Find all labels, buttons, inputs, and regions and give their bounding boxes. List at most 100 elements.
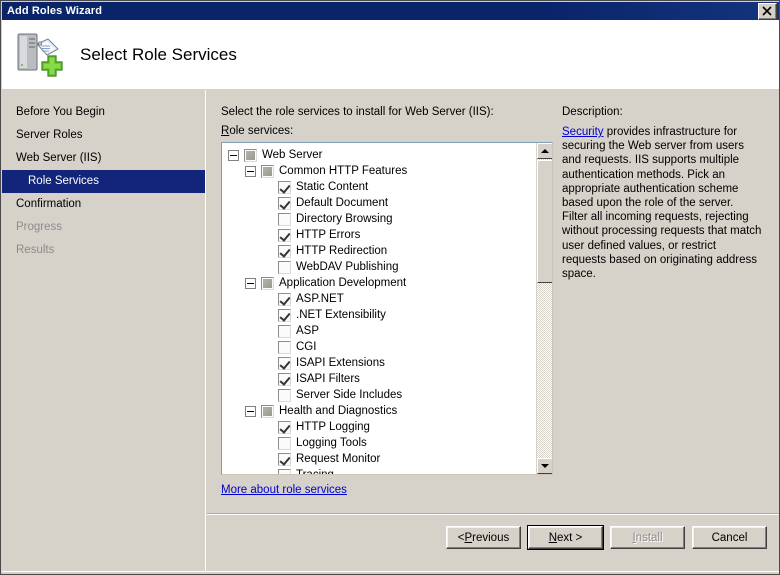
tree-item-label: CGI [296,341,317,353]
tree-item-label: HTTP Errors [296,229,361,241]
tree-row[interactable]: Directory Browsing [222,211,536,227]
scroll-up-icon[interactable] [537,143,552,159]
previous-button[interactable]: < Previous [446,526,521,549]
tree-row[interactable]: .NET Extensibility [222,307,536,323]
checkbox-checked-icon[interactable] [278,196,291,210]
tree-row[interactable]: Health and Diagnostics [222,403,536,419]
wizard-step-list: Before You Begin Server Roles Web Server (… [2,90,205,262]
tree-item-label: WebDAV Publishing [296,261,399,273]
window-title: Add Roles Wizard [7,5,103,17]
tree-item-label: ISAPI Filters [296,373,360,385]
tree-row[interactable]: Request Monitor [222,451,536,467]
window-bottom-edge [2,571,779,574]
content-panel: Select the role services to install for … [207,90,779,574]
next-button-accel: N [548,531,558,544]
tree-row[interactable]: ASP [222,323,536,339]
checkbox-checked-icon[interactable] [278,308,291,322]
close-icon[interactable] [758,2,777,20]
collapse-minus-icon[interactable] [245,165,256,177]
tree-row[interactable]: CGI [222,339,536,355]
tree-row[interactable]: Tracing [222,467,536,475]
description-heading: Description: [562,106,623,118]
sidebar-item-confirmation[interactable]: Confirmation [2,193,205,216]
cancel-button[interactable]: Cancel [692,526,767,549]
tree-item-label: ASP [296,325,320,337]
checkbox-checked-icon[interactable] [278,372,291,386]
scroll-down-icon[interactable] [537,458,552,474]
tree-item-label: .NET Extensibility [296,309,386,321]
previous-button-post: revious [472,531,510,544]
collapse-minus-icon[interactable] [245,405,256,417]
collapse-minus-icon[interactable] [228,149,239,161]
next-button-post: ext > [557,531,583,544]
instruction-text: Select the role services to install for … [221,106,494,118]
tree-item-label: HTTP Logging [296,421,370,433]
tree-item-label: ASP.NET [296,293,344,305]
tree-row[interactable]: WebDAV Publishing [222,259,536,275]
checkbox-unchecked-icon[interactable] [278,436,291,450]
tree-row[interactable]: Common HTTP Features [222,163,536,179]
tree-row[interactable]: Web Server [222,147,536,163]
tree-vertical-scrollbar[interactable] [536,143,552,474]
checkbox-partial-icon[interactable] [244,148,257,162]
checkbox-checked-icon[interactable] [278,180,291,194]
tree-item-label: Health and Diagnostics [279,405,398,417]
sidebar-item-role-services[interactable]: Role Services [2,170,205,193]
page-title: Select Role Services [80,44,237,64]
tree-item-label: Request Monitor [296,453,381,465]
checkbox-checked-icon[interactable] [278,356,291,370]
tree-row[interactable]: HTTP Logging [222,419,536,435]
tree-row[interactable]: ASP.NET [222,291,536,307]
sidebar-item-before-you-begin[interactable]: Before You Begin [2,101,205,124]
tree-row[interactable]: Application Development [222,275,536,291]
collapse-minus-icon[interactable] [245,277,256,289]
checkbox-partial-icon[interactable] [261,276,274,290]
install-button: Install [610,526,685,549]
wizard-header: Select Role Services [2,20,779,89]
tree-row[interactable]: Static Content [222,179,536,195]
tree-item-label: Tracing [296,469,334,475]
scrollbar-thumb[interactable] [537,160,552,283]
description-text: Security provides infrastructure for sec… [562,125,762,281]
tree-item-label: Default Document [296,197,389,209]
tree-item-label: Server Side Includes [296,389,403,401]
security-link[interactable]: Security [562,126,604,138]
checkbox-unchecked-icon[interactable] [278,468,291,474]
sidebar-item-web-server-iis[interactable]: Web Server (IIS) [2,147,205,170]
checkbox-checked-icon[interactable] [278,228,291,242]
tree-row[interactable]: Server Side Includes [222,387,536,403]
tree-item-label: Directory Browsing [296,213,393,225]
checkbox-checked-icon[interactable] [278,452,291,466]
install-button-post: nstall [635,531,663,544]
next-button[interactable]: Next > [527,525,604,550]
checkbox-checked-icon[interactable] [278,420,291,434]
role-services-tree-rows: Web Server Common HTTP Features Static Con… [222,147,536,475]
tree-row[interactable]: ISAPI Filters [222,371,536,387]
checkbox-checked-icon[interactable] [278,244,291,258]
role-services-label-rest: ole services: [229,125,294,137]
checkbox-unchecked-icon[interactable] [278,340,291,354]
tree-row[interactable]: ISAPI Extensions [222,355,536,371]
checkbox-unchecked-icon[interactable] [278,260,291,274]
tree-row[interactable]: HTTP Errors [222,227,536,243]
tree-item-label: Application Development [279,277,407,289]
wizard-step-sidebar: Before You Begin Server Roles Web Server (… [2,90,206,574]
checkbox-unchecked-icon[interactable] [278,324,291,338]
tree-row[interactable]: Default Document [222,195,536,211]
checkbox-unchecked-icon[interactable] [278,388,291,402]
tree-row[interactable]: Logging Tools [222,435,536,451]
checkbox-unchecked-icon[interactable] [278,212,291,226]
title-bar: Add Roles Wizard [2,2,779,20]
checkbox-checked-icon[interactable] [278,292,291,306]
checkbox-partial-icon[interactable] [261,404,274,418]
add-roles-wizard-window: Add Roles Wizard Select Role Services Be… [0,0,780,575]
button-bar-separator [207,513,779,515]
more-about-role-services-link[interactable]: More about role services [221,484,347,496]
sidebar-item-server-roles[interactable]: Server Roles [2,124,205,147]
tree-item-label: HTTP Redirection [296,245,388,257]
tree-row[interactable]: HTTP Redirection [222,243,536,259]
checkbox-partial-icon[interactable] [261,164,274,178]
previous-button-accel: P [464,531,473,544]
role-services-tree[interactable]: Web Server Common HTTP Features Static Con… [221,142,553,475]
tree-item-label: Common HTTP Features [279,165,408,177]
